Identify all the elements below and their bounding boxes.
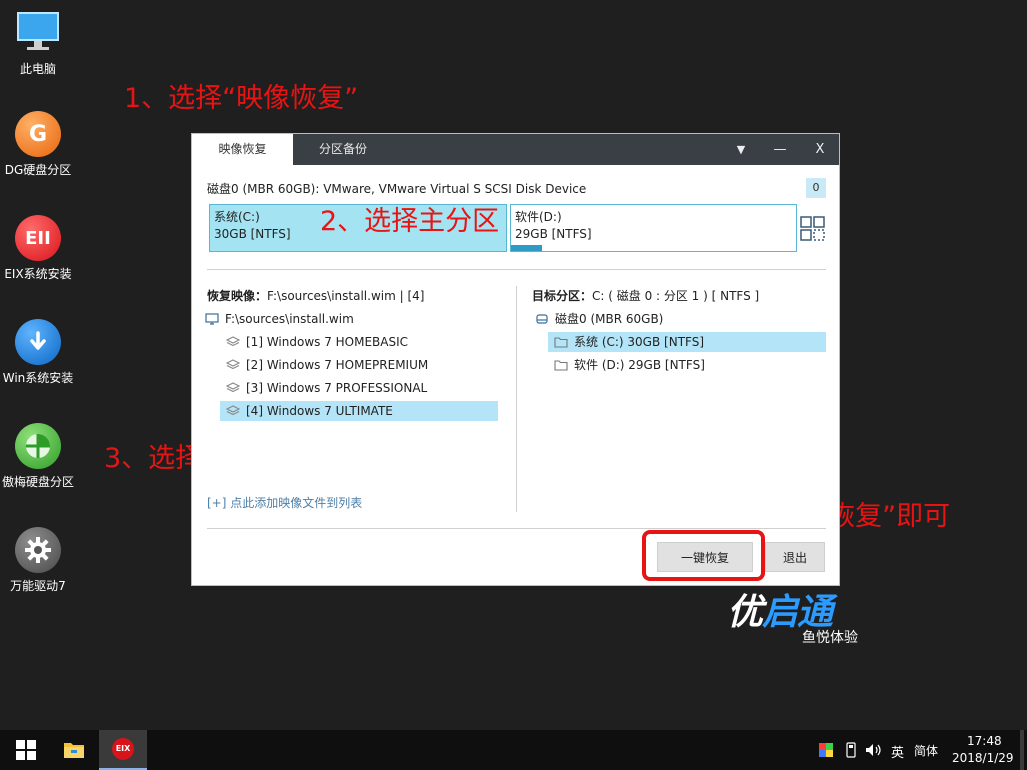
dialog-titlebar: 映像恢复 分区备份 ▼ — X	[192, 134, 839, 165]
layers-icon	[225, 357, 241, 370]
partition-name: 软件(D:)	[515, 210, 562, 224]
edition-item[interactable]: [1] Windows 7 HOMEBASIC	[225, 332, 408, 352]
driver-gear-icon	[15, 527, 61, 573]
desktop-icon-win-install[interactable]: Win系统安装	[0, 319, 76, 386]
eix-app-icon: EIX	[112, 738, 134, 760]
tab-image-restore[interactable]: 映像恢复	[192, 134, 293, 165]
disk-badge: 0	[806, 178, 826, 198]
target-partition-label: 目标分区：C: ( 磁盘 0 : 分区 1 ) [ NTFS ]	[532, 289, 760, 303]
partition-d[interactable]: 软件(D:) 29GB [NTFS]	[510, 204, 797, 252]
eix-taskbar-icon[interactable]: EIX	[99, 730, 147, 770]
usb-tray-icon[interactable]	[843, 730, 859, 770]
annotation-step2: 2、选择主分区	[320, 206, 500, 237]
restore-button-highlight	[642, 530, 765, 581]
layers-icon	[225, 380, 241, 393]
partition-info: 29GB [NTFS]	[515, 227, 592, 241]
edition-item-selected[interactable]: [4] Windows 7 ULTIMATE	[220, 401, 498, 421]
color-tray-icon[interactable]	[818, 730, 834, 770]
divider	[207, 269, 826, 270]
computer-icon	[15, 10, 61, 56]
layers-icon	[225, 403, 241, 416]
tab-partition-backup[interactable]: 分区备份	[293, 134, 393, 165]
target-partition-c[interactable]: 系统 (C:) 30GB [NTFS]	[548, 332, 826, 352]
desktop-icon-label: 此电脑	[19, 62, 56, 76]
brand-subtitle: 鱼悦体验	[802, 630, 858, 646]
desktop-icon-label: 傲梅硬盘分区	[1, 475, 74, 489]
start-icon[interactable]	[4, 730, 48, 770]
desktop-icon-label: DG硬盘分区	[4, 163, 72, 177]
eix-install-icon: EII	[15, 215, 61, 261]
desktop-icon-driver[interactable]: 万能驱动7	[0, 527, 76, 594]
layers-icon	[225, 334, 241, 347]
clock-date[interactable]: 2018/1/29	[952, 751, 1014, 765]
menu-dropdown-icon[interactable]: ▼	[721, 134, 761, 165]
taskbar: EIX 英 简体 17:48 2018/1/29	[0, 730, 1027, 770]
divider-vertical	[516, 286, 517, 512]
ime-mode-indicator[interactable]: 简体	[914, 742, 938, 759]
folder-icon	[554, 357, 568, 371]
desktop-icon-aomei[interactable]: 傲梅硬盘分区	[0, 423, 76, 490]
desktop-icon-this-pc[interactable]: 此电脑	[0, 10, 76, 77]
dg-disk-icon: G	[15, 111, 61, 157]
exit-button[interactable]: 退出	[765, 542, 825, 572]
desktop-icon-label: 万能驱动7	[10, 579, 66, 593]
show-desktop-button[interactable]	[1020, 730, 1024, 770]
annotation-step1: 1、选择“映像恢复”	[124, 83, 359, 114]
desktop-icon-label: Win系统安装	[2, 371, 74, 385]
layout-toggle-icon[interactable]	[800, 216, 826, 242]
disk-title: 磁盘0 (MBR 60GB): VMware, VMware Virtual S…	[207, 182, 587, 196]
input-lang-indicator[interactable]: 英	[891, 742, 904, 761]
file-explorer-icon[interactable]	[52, 730, 96, 770]
folder-icon	[554, 334, 568, 348]
volume-icon[interactable]	[864, 730, 884, 770]
edition-item[interactable]: [2] Windows 7 HOMEPREMIUM	[225, 355, 428, 375]
desktop-icon-eix[interactable]: EII EIX系统安装	[0, 215, 76, 282]
image-restore-dialog: 映像恢复 分区备份 ▼ — X 磁盘0 (MBR 60GB): VMware, …	[191, 133, 840, 586]
minimize-button[interactable]: —	[760, 134, 800, 165]
aomei-partition-icon	[15, 423, 61, 469]
desktop-icon-label: EIX系统安装	[4, 267, 72, 281]
win-install-icon	[15, 319, 61, 365]
clock-time[interactable]: 17:48	[967, 734, 1002, 748]
target-disk-item[interactable]: 磁盘0 (MBR 60GB)	[535, 309, 663, 329]
image-root-item[interactable]: F:\sources\install.wim	[205, 309, 354, 329]
desktop-icon-dg[interactable]: G DG硬盘分区	[0, 111, 76, 178]
target-partition-d[interactable]: 软件 (D:) 29GB [NTFS]	[554, 355, 705, 375]
restore-image-label: 恢复映像：F:\sources\install.wim | [4]	[207, 289, 425, 303]
edition-item[interactable]: [3] Windows 7 PROFESSIONAL	[225, 378, 427, 398]
disk-icon	[535, 311, 549, 324]
partition-usage-bar	[511, 245, 543, 251]
add-image-link[interactable]: [+] 点此添加映像文件到列表	[207, 494, 362, 511]
divider	[207, 528, 826, 529]
monitor-icon	[205, 311, 219, 325]
close-button[interactable]: X	[800, 134, 840, 165]
